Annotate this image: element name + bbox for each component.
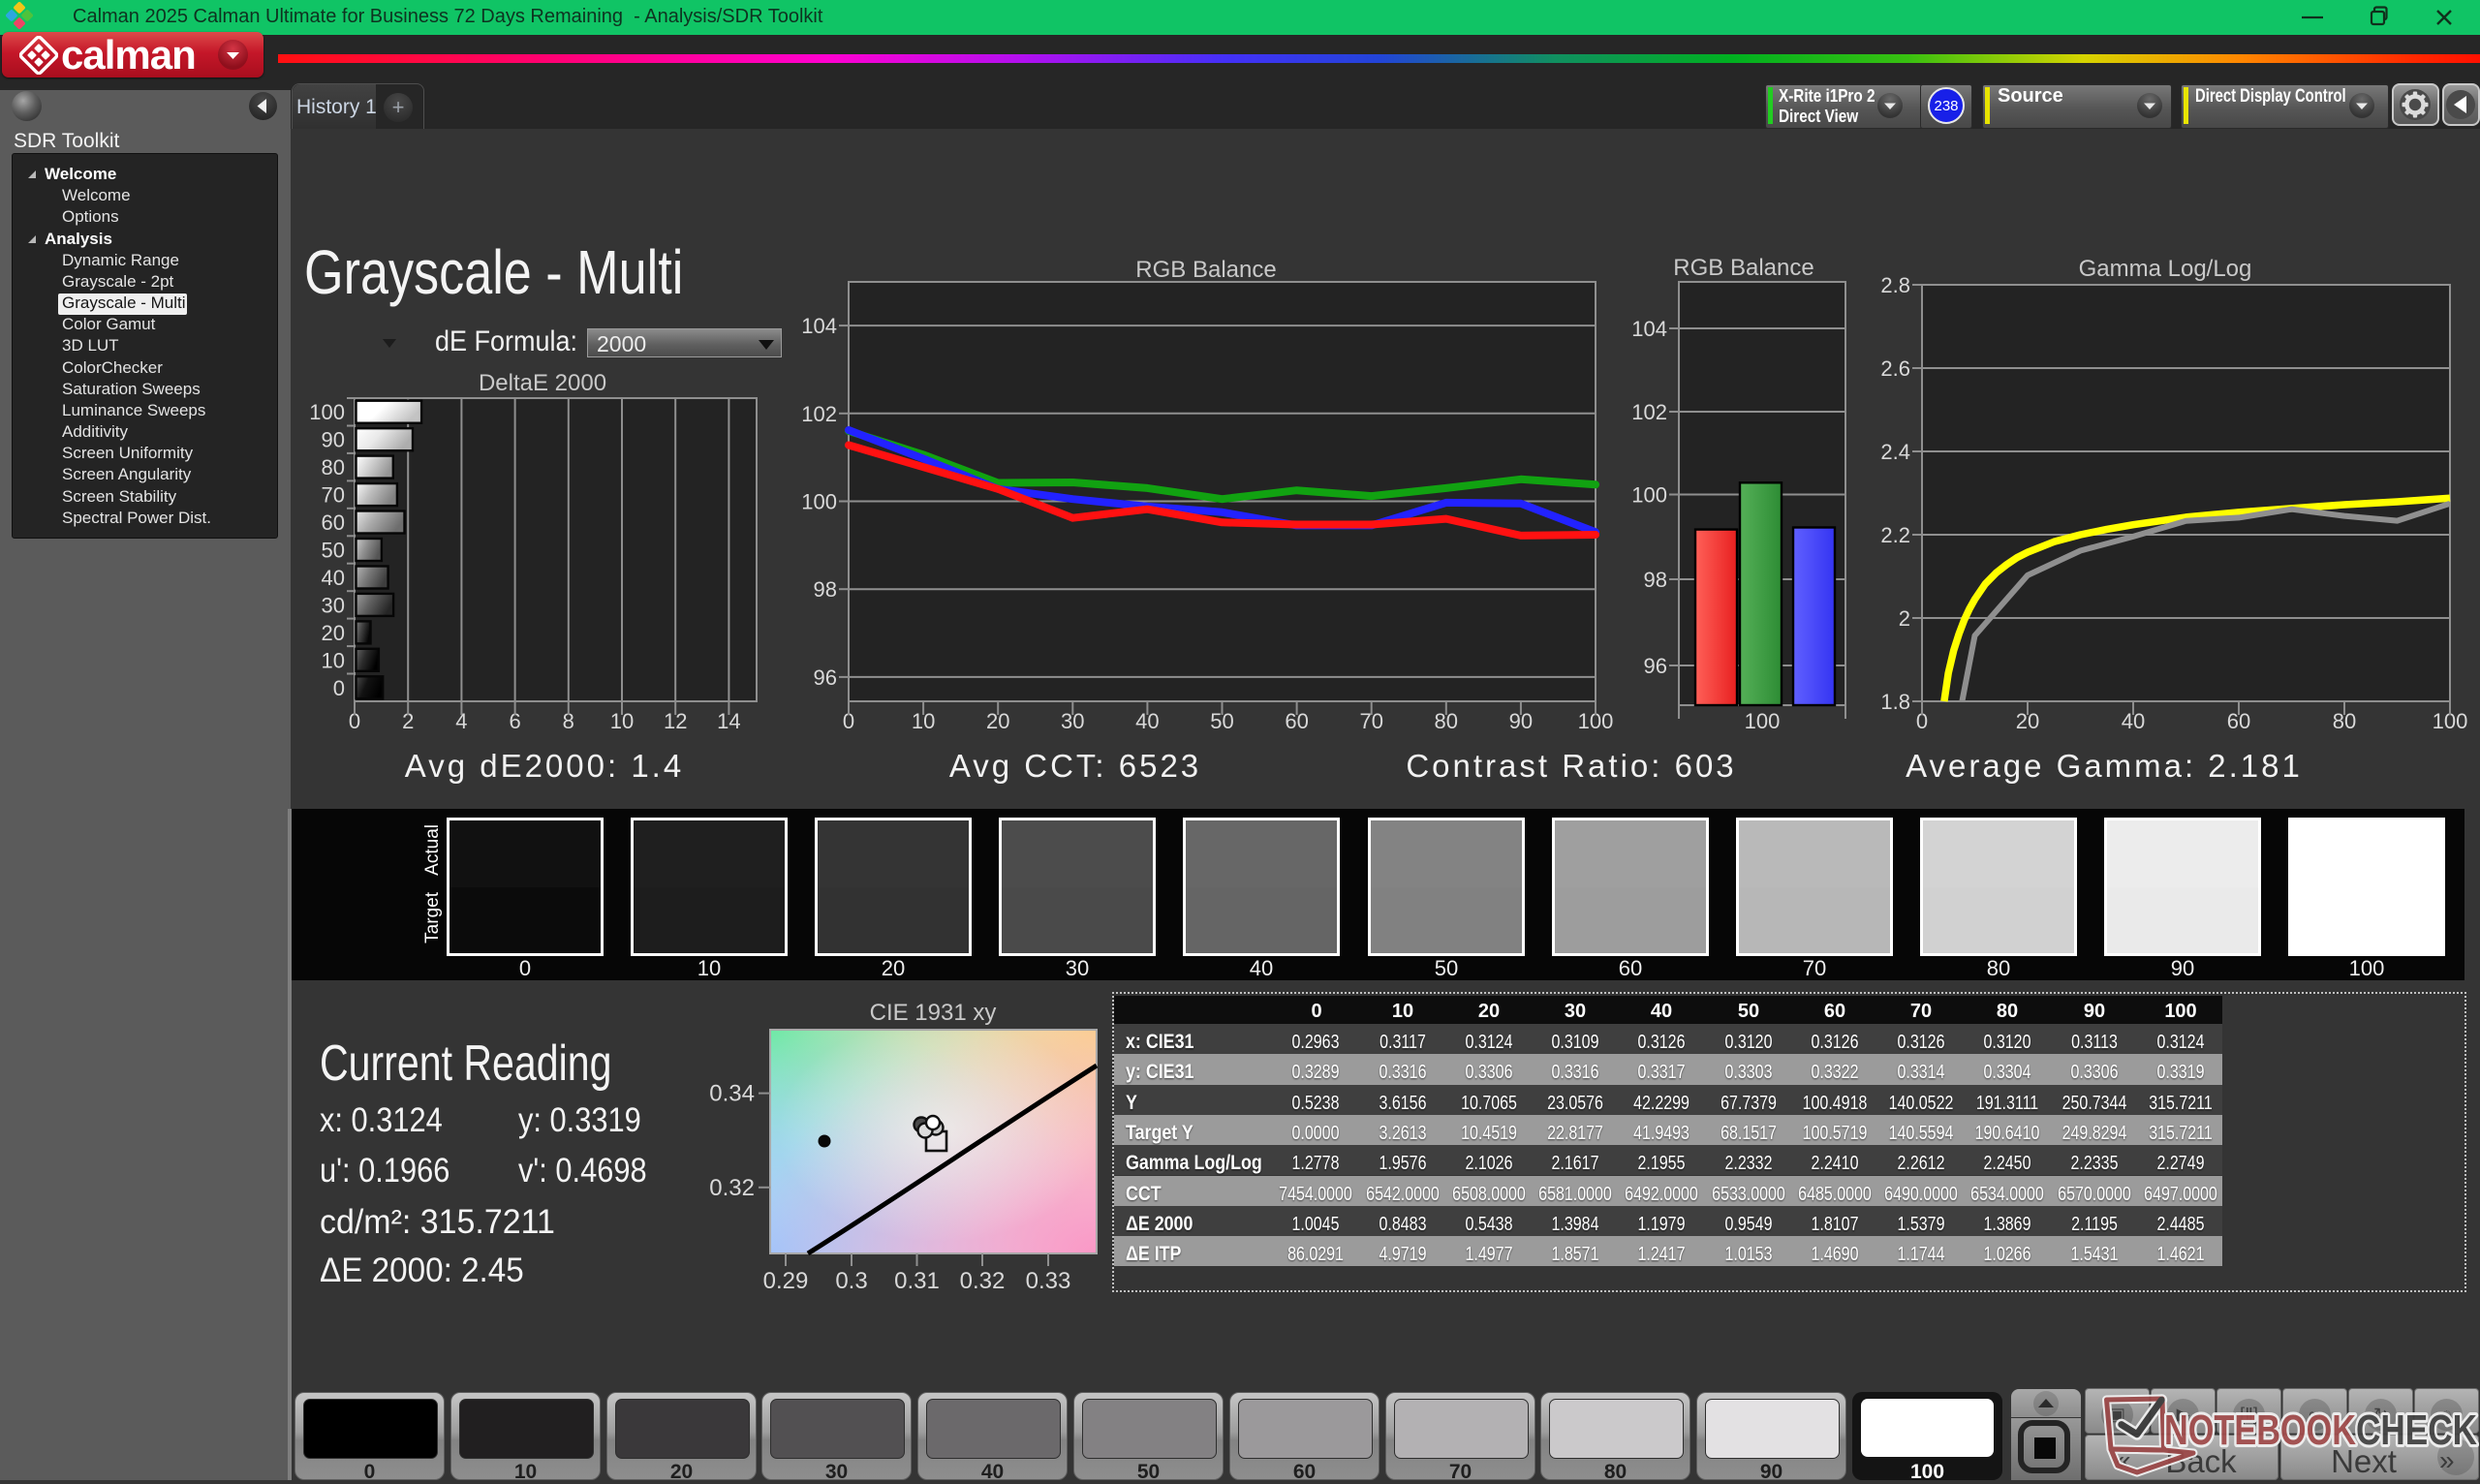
svg-text:CIE 1931 xy: CIE 1931 xy (870, 1000, 997, 1026)
svg-text:Avg dE2000: 1.4: Avg dE2000: 1.4 (405, 748, 684, 784)
svg-text:104: 104 (1631, 317, 1667, 341)
svg-text:0.34: 0.34 (709, 1081, 755, 1107)
svg-text:102: 102 (801, 402, 837, 426)
svg-text:102: 102 (1631, 400, 1667, 424)
svg-text:0.31: 0.31 (894, 1268, 940, 1294)
svg-text:2.6: 2.6 (1880, 356, 1910, 381)
svg-text:40: 40 (322, 566, 345, 590)
svg-text:Gamma Log/Log: Gamma Log/Log (2079, 256, 2252, 282)
svg-text:2.8: 2.8 (1880, 273, 1910, 297)
svg-text:98: 98 (814, 577, 837, 602)
svg-text:RGB Balance: RGB Balance (1135, 257, 1276, 283)
svg-text:100: 100 (801, 490, 837, 514)
svg-text:98: 98 (1644, 568, 1667, 592)
svg-text:50: 50 (322, 539, 345, 563)
svg-text:100: 100 (1631, 483, 1667, 508)
svg-text:DeltaE 2000: DeltaE 2000 (479, 370, 606, 396)
svg-text:2.4: 2.4 (1880, 440, 1910, 464)
svg-text:RGB Balance: RGB Balance (1673, 255, 1814, 281)
svg-text:70: 70 (322, 483, 345, 508)
svg-text:100: 100 (309, 400, 345, 424)
svg-text:NOTEBOOK: NOTEBOOK (2164, 1407, 2356, 1454)
svg-text:90: 90 (322, 428, 345, 452)
svg-text:20: 20 (322, 621, 345, 645)
svg-text:60: 60 (322, 510, 345, 535)
svg-text:0.32: 0.32 (960, 1268, 1006, 1294)
svg-text:80: 80 (322, 455, 345, 479)
svg-text:Average Gamma: 2.181: Average Gamma: 2.181 (1906, 748, 2303, 784)
svg-text:96: 96 (1644, 654, 1667, 678)
svg-text:0.3: 0.3 (835, 1268, 867, 1294)
svg-text:0: 0 (333, 676, 345, 700)
svg-text:Contrast Ratio: 603: Contrast Ratio: 603 (1406, 748, 1736, 784)
svg-text:104: 104 (801, 314, 837, 338)
svg-text:30: 30 (322, 593, 345, 617)
svg-text:10: 10 (322, 648, 345, 672)
svg-text:2.2: 2.2 (1880, 523, 1910, 547)
svg-text:0.29: 0.29 (763, 1268, 809, 1294)
svg-text:Avg CCT: 6523: Avg CCT: 6523 (949, 748, 1201, 784)
svg-text:0.32: 0.32 (709, 1175, 755, 1201)
svg-text:0.33: 0.33 (1026, 1268, 1071, 1294)
svg-text:100: 100 (1745, 709, 1781, 733)
svg-text:2: 2 (1899, 606, 1910, 631)
svg-text:96: 96 (814, 665, 837, 690)
svg-text:CHECK: CHECK (2356, 1407, 2477, 1454)
svg-text:1.8: 1.8 (1880, 690, 1910, 714)
